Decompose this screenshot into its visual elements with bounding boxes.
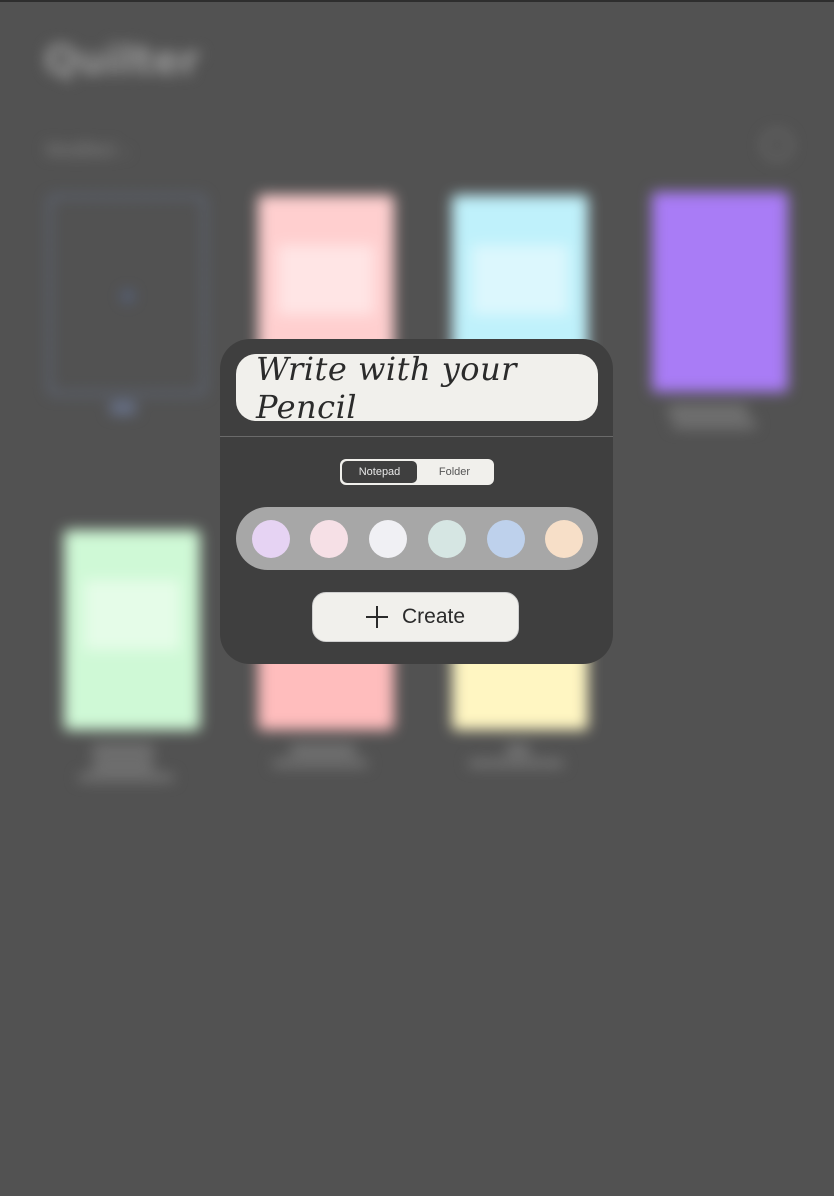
card-sublabel [468,760,564,767]
plus-icon [365,606,388,628]
notepad-card[interactable] [64,530,200,730]
card-label [506,745,530,755]
sort-menu[interactable]: Modified [46,140,114,161]
card-label [290,745,356,755]
page-preview [278,245,374,315]
color-swatch-blue[interactable] [487,520,525,558]
segment-folder[interactable]: Folder [417,461,492,483]
color-swatch-peach[interactable] [545,520,583,558]
card-sublabel [78,774,174,781]
create-button-label: Create [401,605,466,628]
card-label [92,745,154,755]
page-preview [472,245,568,315]
folder-label [668,406,748,416]
folder-card[interactable] [652,192,788,392]
color-swatch-mint[interactable] [428,520,466,558]
color-swatch-white[interactable] [369,520,407,558]
card-sublabel [272,760,368,767]
color-swatch-lavender[interactable] [252,520,290,558]
plus-icon: + [119,280,137,313]
card-label [92,760,154,770]
page-preview [84,580,180,650]
new-notepad-card[interactable]: + [48,195,206,395]
chevron-down-icon[interactable]: ⌄ [118,140,131,160]
type-segmented-control: Notepad Folder [340,459,494,485]
new-item-popover: Write with your Pencil Notepad Folder Cr… [220,339,613,664]
divider [220,436,613,437]
color-picker [236,507,598,570]
color-swatch-pink[interactable] [310,520,348,558]
title-input[interactable]: Write with your Pencil [236,350,598,426]
settings-gear-icon[interactable] [762,130,792,160]
new-card-label [110,402,136,414]
create-button[interactable]: Create [312,592,519,642]
segment-notepad[interactable]: Notepad [342,461,417,483]
app-title: Quilter [44,38,200,84]
folder-sublabel [672,420,756,428]
